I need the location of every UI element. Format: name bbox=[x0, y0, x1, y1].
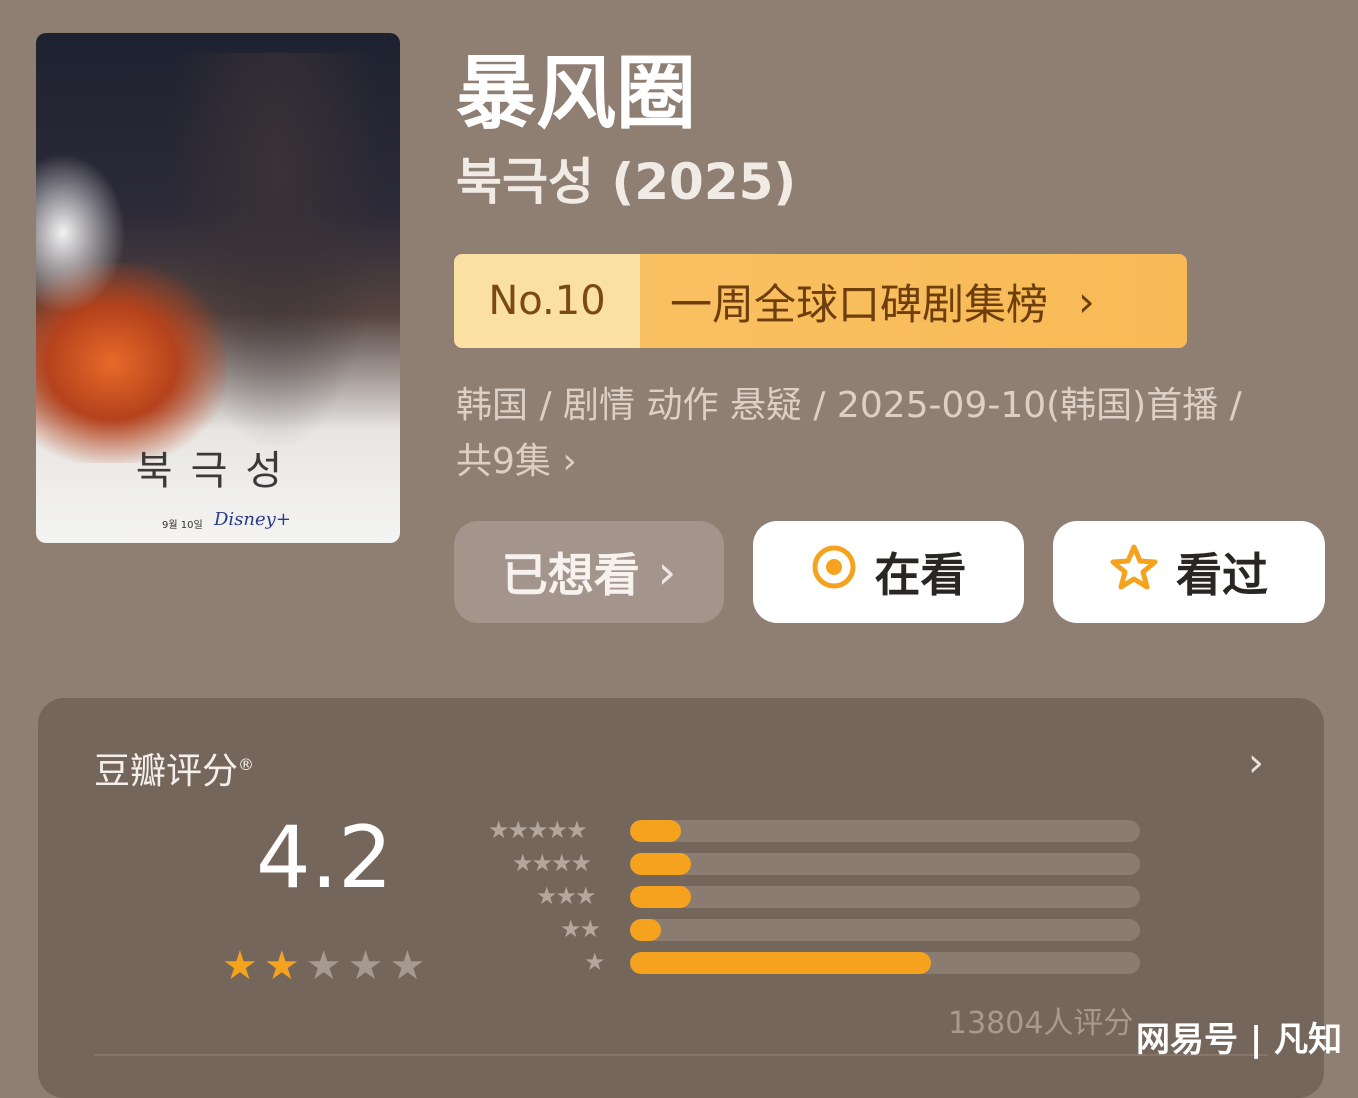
mini-stars-icon: ★★★★ bbox=[512, 849, 592, 877]
rating-bar-track bbox=[630, 820, 1140, 842]
want-to-watch-button[interactable]: 已想看 › bbox=[454, 521, 724, 623]
rating-bar-track bbox=[630, 853, 1140, 875]
rating-title-text: 豆瓣评分 bbox=[94, 751, 239, 792]
poster-title: 북극성 bbox=[135, 448, 301, 494]
watched-label: 看过 bbox=[1176, 548, 1268, 602]
mini-stars-icon: ★★★★★ bbox=[488, 816, 588, 844]
rating-row-5-star: ★★★★★ bbox=[484, 816, 1144, 844]
page-title: 暴风圈 bbox=[456, 47, 696, 140]
rank-label: 一周全球口碑剧集榜 bbox=[670, 279, 1049, 329]
watching-label: 在看 bbox=[874, 548, 967, 602]
rating-bar-track bbox=[630, 952, 1140, 974]
chevron-right-icon: › bbox=[657, 545, 677, 599]
poster-date: 9월 10일 bbox=[162, 520, 203, 531]
rank-label-container: 一周全球口碑剧集榜 › bbox=[640, 254, 1187, 348]
want-to-watch-label: 已想看 bbox=[501, 548, 640, 602]
star-empty-icon: ★ bbox=[305, 943, 342, 989]
star-empty-icon: ★ bbox=[389, 943, 426, 989]
rating-bar-fill bbox=[630, 820, 681, 842]
rating-bar-track bbox=[630, 886, 1140, 908]
poster-image[interactable]: 북극성 9월 10일 Disney+ bbox=[36, 33, 400, 543]
star-outline-icon bbox=[1110, 543, 1158, 602]
episode-count-link[interactable]: 共9集 › bbox=[456, 434, 1336, 490]
divider bbox=[94, 1054, 1268, 1056]
rating-bar-fill bbox=[630, 886, 692, 908]
rating-row-1-star: ★ bbox=[484, 948, 1144, 976]
rating-count: 13804人评分 bbox=[948, 1006, 1134, 1041]
chevron-right-icon[interactable]: › bbox=[1248, 740, 1264, 786]
meta-line: 韩国 / 剧情 动作 悬疑 / 2025-09-10(韩国)首播 / bbox=[456, 385, 1242, 426]
rating-bar-fill bbox=[630, 919, 661, 941]
rating-row-3-star: ★★★ bbox=[484, 882, 1144, 910]
rating-card[interactable]: 豆瓣评分® › 4.2 ★ ★ ★ ★ ★ ★★★★★ ★★★★ ★★★ ★★ ★ 13804人… bbox=[38, 698, 1324, 1098]
poster-brand-logo: Disney+ bbox=[214, 509, 291, 530]
watching-button[interactable]: 在看 bbox=[753, 521, 1024, 623]
rating-score: 4.2 bbox=[256, 808, 393, 908]
star-empty-icon: ★ bbox=[347, 943, 384, 989]
mini-stars-icon: ★ bbox=[584, 948, 605, 976]
rating-stars: ★ ★ ★ ★ ★ bbox=[222, 944, 425, 988]
ranking-badge[interactable]: No.10 一周全球口碑剧集榜 › bbox=[454, 254, 1187, 348]
rank-number: No.10 bbox=[454, 254, 640, 348]
registered-mark: ® bbox=[238, 755, 255, 774]
mini-stars-icon: ★★ bbox=[560, 915, 601, 943]
rating-bar-fill bbox=[630, 952, 931, 974]
watermark: 网易号 | 凡知 bbox=[1136, 1020, 1343, 1060]
rating-bar-fill bbox=[630, 853, 692, 875]
star-filled-icon: ★ bbox=[263, 943, 300, 989]
rating-bar-track bbox=[630, 919, 1140, 941]
rating-row-4-star: ★★★★ bbox=[484, 849, 1144, 877]
show-meta: 韩国 / 剧情 动作 悬疑 / 2025-09-10(韩国)首播 / 共9集 › bbox=[456, 378, 1336, 490]
mini-stars-icon: ★★★ bbox=[536, 882, 597, 910]
target-icon bbox=[811, 544, 857, 601]
original-title: 북극성 (2025) bbox=[456, 153, 797, 211]
rating-row-2-star: ★★ bbox=[484, 915, 1144, 943]
rating-title: 豆瓣评分® bbox=[94, 742, 254, 794]
star-filled-icon: ★ bbox=[222, 943, 258, 989]
chevron-right-icon: › bbox=[1078, 276, 1095, 326]
watched-button[interactable]: 看过 bbox=[1053, 521, 1325, 623]
poster-smoke bbox=[36, 153, 126, 313]
